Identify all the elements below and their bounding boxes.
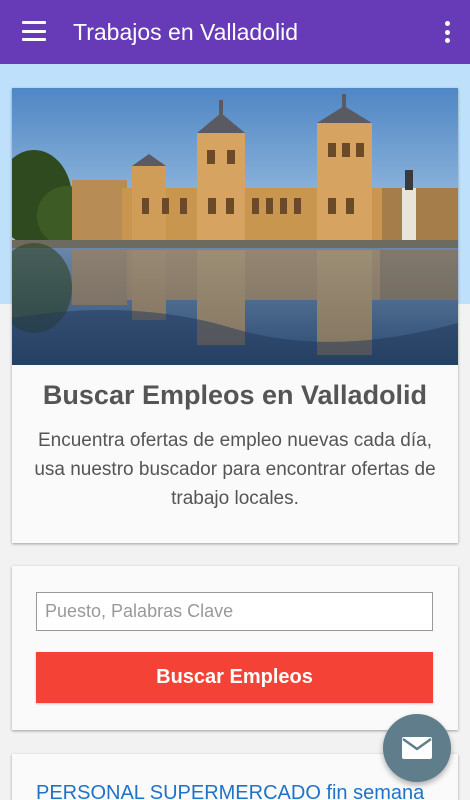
app-bar: Trabajos en Valladolid — [0, 0, 470, 64]
mail-fab-button[interactable] — [383, 714, 451, 782]
search-card: Buscar Empleos — [12, 566, 458, 730]
hero-card: Buscar Empleos en Valladolid Encuentra o… — [12, 88, 458, 543]
hero-title: Buscar Empleos en Valladolid — [42, 380, 428, 410]
job-title-link[interactable]: PERSONAL SUPERMERCADO fin semana — [36, 782, 424, 800]
search-jobs-button[interactable]: Buscar Empleos — [36, 652, 433, 703]
more-vert-icon[interactable] — [444, 21, 450, 43]
hamburger-menu-icon[interactable] — [22, 21, 46, 41]
mail-icon — [402, 737, 432, 759]
valladolid-building-image — [12, 88, 458, 365]
hero-description: Encuentra ofertas de empleo nuevas cada … — [34, 430, 436, 509]
keyword-search-input[interactable] — [36, 592, 433, 631]
app-title: Trabajos en Valladolid — [73, 19, 299, 45]
